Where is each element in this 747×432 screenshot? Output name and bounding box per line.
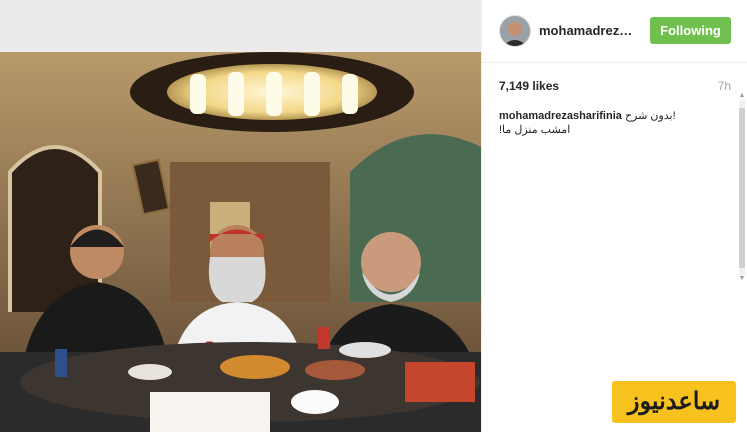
caption-text-2: امشب منزل ما!	[499, 124, 571, 136]
post-header: mohamadrezas... Following	[482, 0, 747, 63]
avatar-image	[500, 16, 530, 46]
caption-line-1: mohamadrezasharifinia بدون شرح!	[499, 109, 724, 123]
caption-username[interactable]: mohamadrezasharifinia	[499, 110, 622, 122]
likes-count[interactable]: 7,149 likes	[499, 79, 559, 93]
post-time[interactable]: 7h	[718, 79, 731, 93]
site-watermark: ساعدنیوز	[612, 381, 736, 423]
username-link[interactable]: mohamadrezas...	[539, 23, 637, 38]
post-side-panel: mohamadrezas... Following 7,149 likes 7h…	[481, 0, 747, 432]
top-band	[0, 0, 481, 52]
post-caption: mohamadrezasharifinia بدون شرح! امشب منز…	[499, 109, 724, 137]
scroll-thumb[interactable]	[739, 108, 745, 268]
avatar[interactable]	[499, 15, 531, 47]
post-photo[interactable]: Raceway	[0, 52, 481, 432]
scroll-up-icon[interactable]: ▲	[738, 92, 746, 100]
photo-illustration: Raceway	[0, 52, 481, 432]
caption-text-1: بدون شرح!	[624, 110, 676, 122]
following-button[interactable]: Following	[650, 17, 731, 44]
scroll-down-icon[interactable]: ▼	[738, 275, 746, 283]
post-meta: 7,149 likes 7h	[499, 79, 731, 95]
caption-scrollbar[interactable]: ▲ ▼	[739, 92, 746, 282]
